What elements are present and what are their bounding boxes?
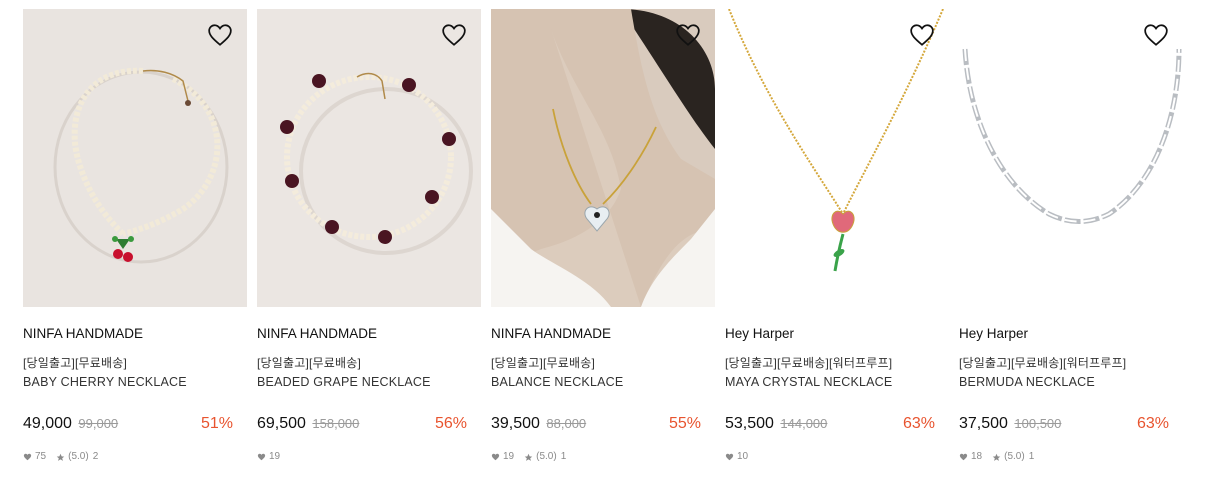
product-name[interactable]: BEADED GRAPE NECKLACE [257,375,481,390]
brand-name[interactable]: NINFA HANDMADE [257,325,481,342]
star-icon [992,453,1001,461]
heart-filled-icon [725,453,734,461]
product-name[interactable]: BALANCE NECKLACE [491,375,715,390]
likes-value: 10 [737,451,749,462]
rating-value: (5.0) [536,451,557,462]
sale-price: 69,500 [257,415,306,432]
original-price: 100,500 [1014,416,1062,431]
likes-value: 19 [503,451,515,462]
product-name[interactable]: BERMUDA NECKLACE [959,375,1183,390]
wishlist-heart-icon[interactable] [675,23,701,47]
discount-rate: 51% [200,415,233,432]
sale-price: 39,500 [491,415,540,432]
brand-name[interactable]: Hey Harper [959,325,1183,342]
product-image[interactable] [23,9,247,307]
likes-count: 19 [257,451,280,463]
product-tags: [당일출고][무료배송] [23,356,128,370]
original-price: 144,000 [780,416,828,431]
likes-count: 18 [959,451,982,463]
original-price: 88,000 [546,416,587,431]
product-image[interactable] [257,9,481,307]
rating-value: (5.0) [68,451,89,462]
review-count: 2 [92,451,99,462]
product-name[interactable]: BABY CHERRY NECKLACE [23,375,247,390]
brand-name[interactable]: NINFA HANDMADE [23,325,247,342]
review-count: 1 [1028,451,1035,462]
product-meta: 10 [725,451,949,463]
likes-value: 19 [269,451,281,462]
discount-rate: 55% [668,415,701,432]
review-count: 1 [560,451,567,462]
discount-rate: 63% [1136,415,1169,432]
rating-value: (5.0) [1004,451,1025,462]
original-price: 99,000 [78,416,119,431]
product-card[interactable]: Hey Harper [당일출고][무료배송][워터프루프] BERMUDA N… [959,9,1183,463]
price-row: 49,000 99,000 51% [23,414,247,434]
rating: (5.0) 1 [524,451,566,463]
price-row: 69,500 158,000 56% [257,414,481,434]
product-tags: [당일출고][무료배송] [257,356,362,370]
price-row: 37,500 100,500 63% [959,414,1183,434]
product-meta: 18 (5.0) 1 [959,451,1183,463]
sale-price: 37,500 [959,415,1008,432]
wishlist-heart-icon[interactable] [207,23,233,47]
sale-price: 49,000 [23,415,72,432]
heart-filled-icon [23,453,32,461]
product-card[interactable]: NINFA HANDMADE [당일출고][무료배송] BABY CHERRY … [23,9,247,463]
star-icon [56,453,65,461]
wishlist-heart-icon[interactable] [909,23,935,47]
likes-count: 10 [725,451,748,463]
sale-price: 53,500 [725,415,774,432]
likes-value: 75 [35,451,47,462]
product-meta: 75 (5.0) 2 [23,451,247,463]
original-price: 158,000 [312,416,360,431]
likes-count: 75 [23,451,46,463]
product-image[interactable] [725,9,949,307]
star-icon [524,453,533,461]
discount-rate: 63% [902,415,935,432]
product-card[interactable]: Hey Harper [당일출고][무료배송][워터프루프] MAYA CRYS… [725,9,949,463]
rating: (5.0) 2 [56,451,98,463]
product-name[interactable]: MAYA CRYSTAL NECKLACE [725,375,949,390]
brand-name[interactable]: NINFA HANDMADE [491,325,715,342]
likes-value: 18 [971,451,983,462]
heart-filled-icon [491,453,500,461]
wishlist-heart-icon[interactable] [441,23,467,47]
product-card[interactable]: NINFA HANDMADE [당일출고][무료배송] BEADED GRAPE… [257,9,481,463]
likes-count: 19 [491,451,514,463]
product-meta: 19 (5.0) 1 [491,451,715,463]
discount-rate: 56% [434,415,467,432]
rating: (5.0) 1 [992,451,1034,463]
product-image[interactable] [959,9,1183,307]
price-row: 53,500 144,000 63% [725,414,949,434]
wishlist-heart-icon[interactable] [1143,23,1169,47]
heart-filled-icon [959,453,968,461]
product-card[interactable]: NINFA HANDMADE [당일출고][무료배송] BALANCE NECK… [491,9,715,463]
product-tags: [당일출고][무료배송][워터프루프] [725,356,893,370]
product-tags: [당일출고][무료배송] [491,356,596,370]
product-image[interactable] [491,9,715,307]
brand-name[interactable]: Hey Harper [725,325,949,342]
product-grid: NINFA HANDMADE [당일출고][무료배송] BABY CHERRY … [23,9,1183,463]
price-row: 39,500 88,000 55% [491,414,715,434]
product-tags: [당일출고][무료배송][워터프루프] [959,356,1127,370]
product-meta: 19 [257,451,481,463]
heart-filled-icon [257,453,266,461]
